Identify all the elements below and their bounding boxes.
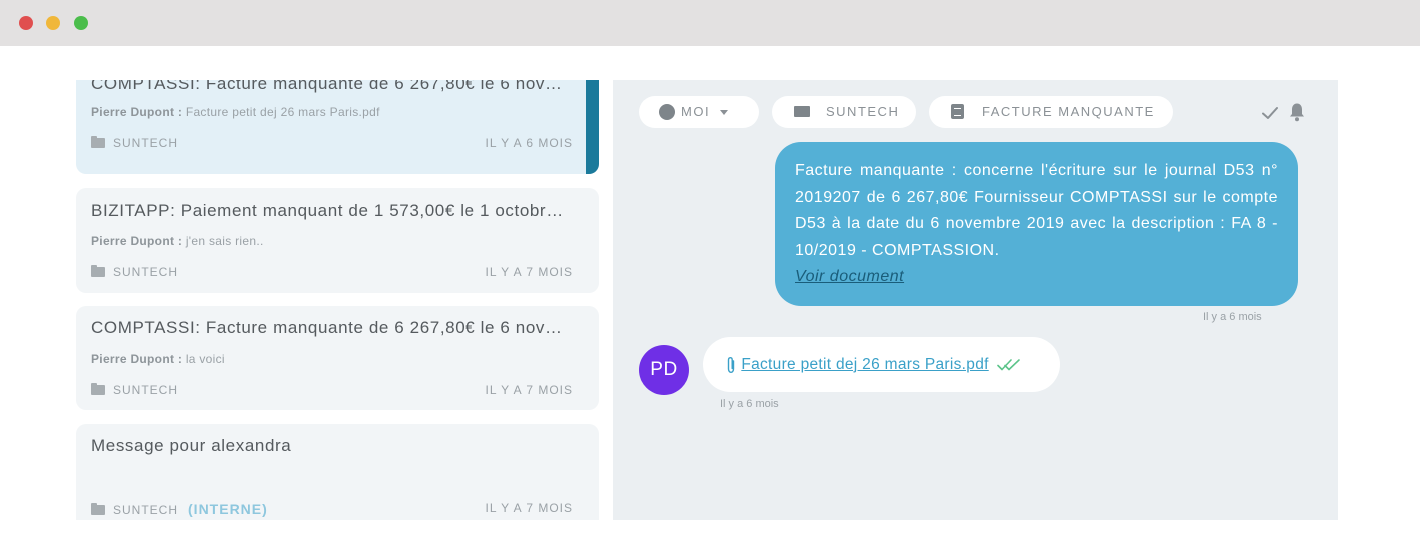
message-text: Facture manquante : concerne l'écriture … <box>795 162 1278 259</box>
conversation-meta: SUNTECH IL Y A 7 MOIS <box>91 383 573 397</box>
last-message-preview: Pierre Dupont : Facture petit dej 26 mar… <box>91 105 380 119</box>
company-chip[interactable]: SUNTECH <box>772 96 916 128</box>
preview-text: la voici <box>185 352 225 366</box>
bell-icon[interactable] <box>1288 102 1306 122</box>
view-document-link[interactable]: Voir document <box>795 264 1278 291</box>
preview-text: j'en sais rien.. <box>185 234 264 248</box>
company-label: SUNTECH <box>826 104 900 119</box>
conversation-time: IL Y A 7 MOIS <box>485 501 573 515</box>
double-check-icon <box>997 359 1020 371</box>
conversation-title: COMPTASSI: Facture manquante de 6 267,80… <box>91 80 571 93</box>
document-icon <box>951 104 964 120</box>
avatar: PD <box>639 345 689 395</box>
internal-tag: (INTERNE) <box>188 501 268 517</box>
type-label: FACTURE MANQUANTE <box>982 104 1155 119</box>
check-icon[interactable] <box>1261 104 1279 122</box>
folder-icon <box>91 136 105 148</box>
conversation-meta: SUNTECH (INTERNE) IL Y A 7 MOIS <box>91 501 573 517</box>
folder-label: SUNTECH <box>113 383 179 397</box>
assignee-label: MOI <box>681 104 711 119</box>
maximize-window-button[interactable] <box>74 16 88 30</box>
conversation-title: COMPTASSI: Facture manquante de 6 267,80… <box>91 318 571 337</box>
conversation-list: COMPTASSI: Facture manquante de 6 267,80… <box>76 80 599 520</box>
conversation-item[interactable]: COMPTASSI: Facture manquante de 6 267,80… <box>76 80 599 174</box>
paperclip-icon <box>727 356 735 373</box>
attachment-bubble[interactable]: Facture petit dej 26 mars Paris.pdf <box>703 337 1060 392</box>
folder-label: SUNTECH <box>113 503 179 517</box>
conversation-time: IL Y A 6 MOIS <box>485 136 573 150</box>
last-message-preview: Pierre Dupont : la voici <box>91 352 225 366</box>
message-time: Il y a 6 mois <box>1203 311 1262 323</box>
folder-icon <box>91 265 105 277</box>
minimize-window-button[interactable] <box>46 16 60 30</box>
folder-label: SUNTECH <box>113 265 179 279</box>
folder-label: SUNTECH <box>113 136 179 150</box>
message-time: Il y a 6 mois <box>720 398 779 410</box>
conversation-time: IL Y A 7 MOIS <box>485 265 573 279</box>
folder-icon <box>91 503 105 515</box>
conversation-title: Message pour alexandra <box>91 436 292 455</box>
globe-icon <box>659 103 675 120</box>
folder-icon <box>794 106 810 118</box>
attachment-link[interactable]: Facture petit dej 26 mars Paris.pdf <box>741 356 988 373</box>
folder-icon <box>91 383 105 395</box>
active-indicator <box>586 80 599 174</box>
assignee-dropdown[interactable]: MOI <box>639 96 759 128</box>
sender-name: Pierre Dupont : <box>91 352 183 366</box>
sender-name: Pierre Dupont : <box>91 105 183 119</box>
conversation-time: IL Y A 7 MOIS <box>485 383 573 397</box>
close-window-button[interactable] <box>19 16 33 30</box>
chat-panel: MOI SUNTECH FACTURE MANQUANTE Facture ma… <box>613 80 1338 520</box>
type-chip[interactable]: FACTURE MANQUANTE <box>929 96 1173 128</box>
system-message-bubble: Facture manquante : concerne l'écriture … <box>775 142 1298 306</box>
conversation-item[interactable]: Message pour alexandra SUNTECH (INTERNE) … <box>76 424 599 520</box>
window-titlebar <box>0 0 1420 46</box>
conversation-title: BIZITAPP: Paiement manquant de 1 573,00€… <box>91 201 571 220</box>
conversation-item[interactable]: BIZITAPP: Paiement manquant de 1 573,00€… <box>76 188 599 293</box>
conversation-meta: SUNTECH IL Y A 7 MOIS <box>91 265 573 279</box>
last-message-preview: Pierre Dupont : j'en sais rien.. <box>91 234 264 248</box>
conversation-meta: SUNTECH IL Y A 6 MOIS <box>91 136 573 150</box>
preview-text: Facture petit dej 26 mars Paris.pdf <box>185 105 380 119</box>
chevron-down-icon <box>720 110 729 116</box>
sender-name: Pierre Dupont : <box>91 234 183 248</box>
conversation-item[interactable]: COMPTASSI: Facture manquante de 6 267,80… <box>76 306 599 410</box>
